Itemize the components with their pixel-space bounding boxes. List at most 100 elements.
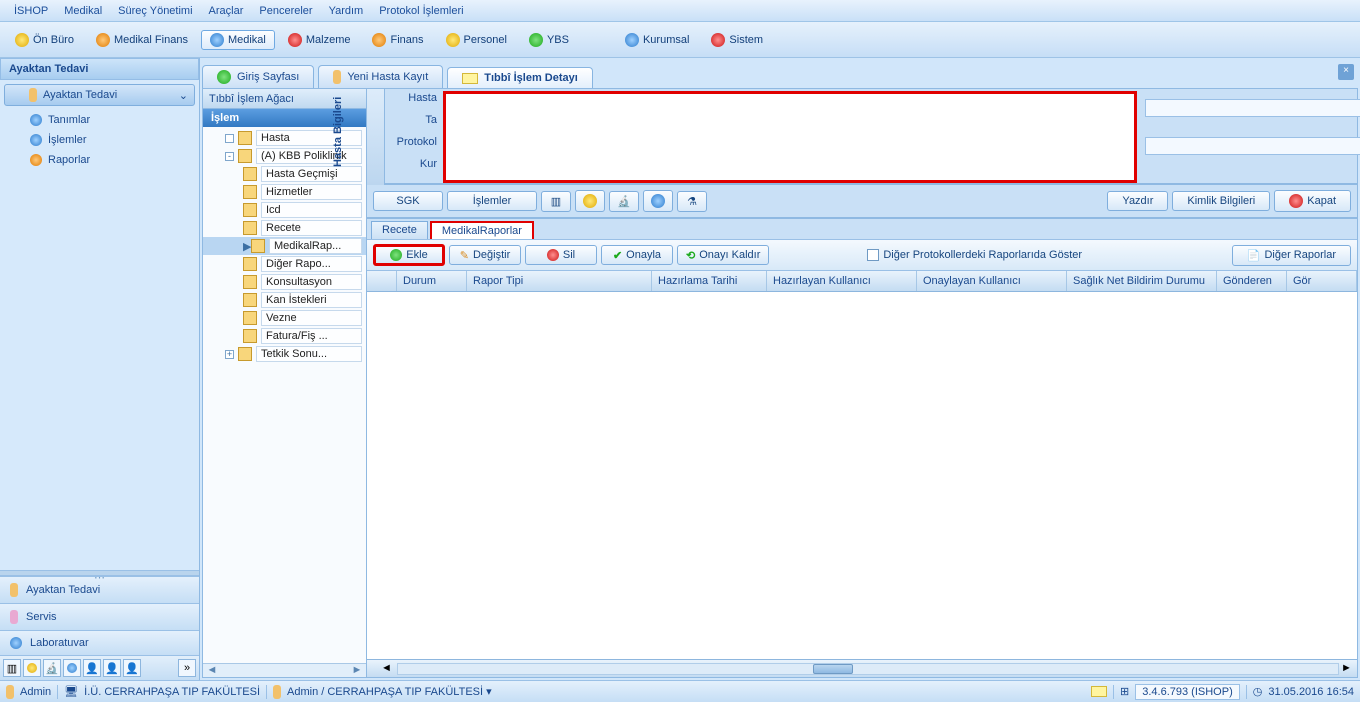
collapse-icon[interactable]: ⌄ <box>179 89 188 102</box>
small-icon-more[interactable]: » <box>178 659 196 677</box>
module-ybs[interactable]: YBS <box>520 30 578 50</box>
tab-close-button[interactable]: × <box>1338 64 1354 80</box>
sgk-button[interactable]: SGK <box>373 191 443 211</box>
tree-node-fatura[interactable]: Fatura/Fiş ... <box>203 327 366 345</box>
menu-surec[interactable]: Süreç Yönetimi <box>110 5 200 17</box>
menu-medikal[interactable]: Medikal <box>56 5 110 17</box>
tree-node-medikalrap[interactable]: ▶MedikalRap... <box>203 237 366 255</box>
onay-kaldir-button[interactable]: ⟲Onayı Kaldır <box>677 245 769 265</box>
tree-panel: Tıbbî İşlem Ağacı İşlem Hasta -(A) KBB P… <box>203 89 367 677</box>
other-protocols-checkbox[interactable]: Diğer Protokollerdeki Raporlarıda Göster <box>867 249 1082 261</box>
menu-pencereler[interactable]: Pencereler <box>251 5 320 17</box>
status-user-org[interactable]: Admin / CERRAHPAŞA TIP FAKÜLTESİ ▾ <box>287 685 492 698</box>
atom-button[interactable] <box>643 190 673 212</box>
module-malzeme[interactable]: Malzeme <box>279 30 360 50</box>
ekle-label: Ekle <box>406 249 427 261</box>
small-icon-6[interactable]: 👤 <box>103 659 121 677</box>
module-onburo[interactable]: Ön Büro <box>6 30 83 50</box>
bottom-lab[interactable]: Laboratuvar <box>0 630 199 655</box>
yazdir-button[interactable]: Yazdır <box>1107 191 1168 211</box>
left-item-tanimlar[interactable]: Tanımlar <box>0 110 199 130</box>
microscope-button[interactable]: 🔬 <box>609 191 639 212</box>
scroll-left-icon[interactable]: ◄ <box>205 664 219 677</box>
mail-icon[interactable] <box>1091 686 1107 697</box>
flask-button[interactable]: ⚗ <box>677 191 707 212</box>
tree-toggle-icon[interactable] <box>225 134 234 143</box>
small-icon-3[interactable]: 🔬 <box>43 659 61 677</box>
radiation-button[interactable] <box>575 190 605 212</box>
edit-icon: ✎ <box>460 249 469 262</box>
small-icon-1[interactable]: ▥ <box>3 659 21 677</box>
hscroll-right-icon[interactable]: ► <box>1341 662 1355 676</box>
module-onburo-label: Ön Büro <box>33 34 74 46</box>
small-icon-7[interactable]: 👤 <box>123 659 141 677</box>
tree-node-label: Diğer Rapo... <box>261 256 362 272</box>
grid-col-blank[interactable] <box>367 271 397 291</box>
hscroll-left-icon[interactable]: ◄ <box>381 662 395 676</box>
module-personel[interactable]: Personel <box>437 30 516 50</box>
ekle-button[interactable]: Ekle <box>373 244 445 266</box>
module-finans[interactable]: Finans <box>363 30 432 50</box>
tree-node-gecmis[interactable]: Hasta Geçmişi <box>203 165 366 183</box>
main-area: Ayaktan Tedavi Ayaktan Tedavi ⌄ Tanımlar… <box>0 58 1360 680</box>
hscroll-track[interactable] <box>397 663 1339 675</box>
small-icon-4[interactable] <box>63 659 81 677</box>
tree-node-recete[interactable]: Recete <box>203 219 366 237</box>
onayla-button[interactable]: ✔Onayla <box>601 245 673 265</box>
tree-node-icd[interactable]: Icd <box>203 201 366 219</box>
menu-ishop[interactable]: İSHOP <box>6 5 56 17</box>
menu-protokol[interactable]: Protokol İşlemleri <box>371 5 471 17</box>
left-item-islemler[interactable]: İşlemler <box>0 130 199 150</box>
tree-node-konsultasyon[interactable]: Konsultasyon <box>203 273 366 291</box>
tab-tibbi-islem[interactable]: Tıbbî İşlem Detayı <box>447 67 593 88</box>
innertab-recete[interactable]: Recete <box>371 221 428 239</box>
tree-node-kan[interactable]: Kan İstekleri <box>203 291 366 309</box>
tree-collapse-icon[interactable]: - <box>225 152 234 161</box>
grid-col-raportipi[interactable]: Rapor Tipi <box>467 271 652 291</box>
tree-node-label: Hizmetler <box>261 184 362 200</box>
left-item-raporlar[interactable]: Raporlar <box>0 150 199 170</box>
left-item-label: Raporlar <box>48 154 90 166</box>
grid-col-hazirlayan[interactable]: Hazırlayan Kullanıcı <box>767 271 917 291</box>
diger-raporlar-button[interactable]: 📄Diğer Raporlar <box>1232 245 1351 266</box>
detail-icon <box>462 73 478 84</box>
menu-yardim[interactable]: Yardım <box>321 5 372 17</box>
menu-araclar[interactable]: Araçlar <box>201 5 252 17</box>
degistir-button[interactable]: ✎Değiştir <box>449 245 521 265</box>
sil-button[interactable]: Sil <box>525 245 597 265</box>
info-input-2[interactable] <box>1145 137 1360 155</box>
hscroll-thumb[interactable] <box>813 664 853 674</box>
grid-col-hazirlama[interactable]: Hazırlama Tarihi <box>652 271 767 291</box>
left-panel-subheader[interactable]: Ayaktan Tedavi ⌄ <box>4 84 195 106</box>
module-sistem[interactable]: Sistem <box>702 30 772 50</box>
module-medikal[interactable]: Medikal <box>201 30 275 50</box>
info-input-1[interactable] <box>1145 99 1360 117</box>
kimlik-button[interactable]: Kimlik Bilgileri <box>1172 191 1270 211</box>
malzeme-icon <box>288 33 302 47</box>
tab-giris[interactable]: Giriş Sayfası <box>202 65 314 88</box>
grid-col-gonderen[interactable]: Gönderen <box>1217 271 1287 291</box>
grid-col-durum[interactable]: Durum <box>397 271 467 291</box>
small-icon-5[interactable]: 👤 <box>83 659 101 677</box>
tree-node-vezne[interactable]: Vezne <box>203 309 366 327</box>
tree-node-digerrapo[interactable]: Diğer Rapo... <box>203 255 366 273</box>
grid-col-sagliknet[interactable]: Sağlık Net Bildirim Durumu <box>1067 271 1217 291</box>
tree-hscroll[interactable]: ◄► <box>203 663 366 677</box>
tree-expand-icon[interactable]: + <box>225 350 234 359</box>
tree-node-tetkik[interactable]: +Tetkik Sonu... <box>203 345 366 363</box>
islemler-button[interactable]: İşlemler <box>447 191 537 211</box>
module-medikal-label: Medikal <box>228 34 266 46</box>
innertab-medikalraporlar[interactable]: MedikalRaporlar <box>430 221 534 239</box>
work-area: Tıbbî İşlem Ağacı İşlem Hasta -(A) KBB P… <box>202 88 1358 678</box>
grid-col-gor[interactable]: Gör <box>1287 271 1357 291</box>
kapat-button[interactable]: Kapat <box>1274 190 1351 212</box>
scroll-right-icon[interactable]: ► <box>350 664 364 677</box>
module-medikal-finans[interactable]: Medikal Finans <box>87 30 197 50</box>
clock-icon: ◷ <box>1253 685 1263 698</box>
bottom-servis[interactable]: Servis <box>0 603 199 630</box>
xray-button[interactable]: ▥ <box>541 191 571 212</box>
small-icon-2[interactable] <box>23 659 41 677</box>
grid-col-onaylayan[interactable]: Onaylayan Kullanıcı <box>917 271 1067 291</box>
module-kurumsal[interactable]: Kurumsal <box>616 30 698 50</box>
tree-node-hizmetler[interactable]: Hizmetler <box>203 183 366 201</box>
